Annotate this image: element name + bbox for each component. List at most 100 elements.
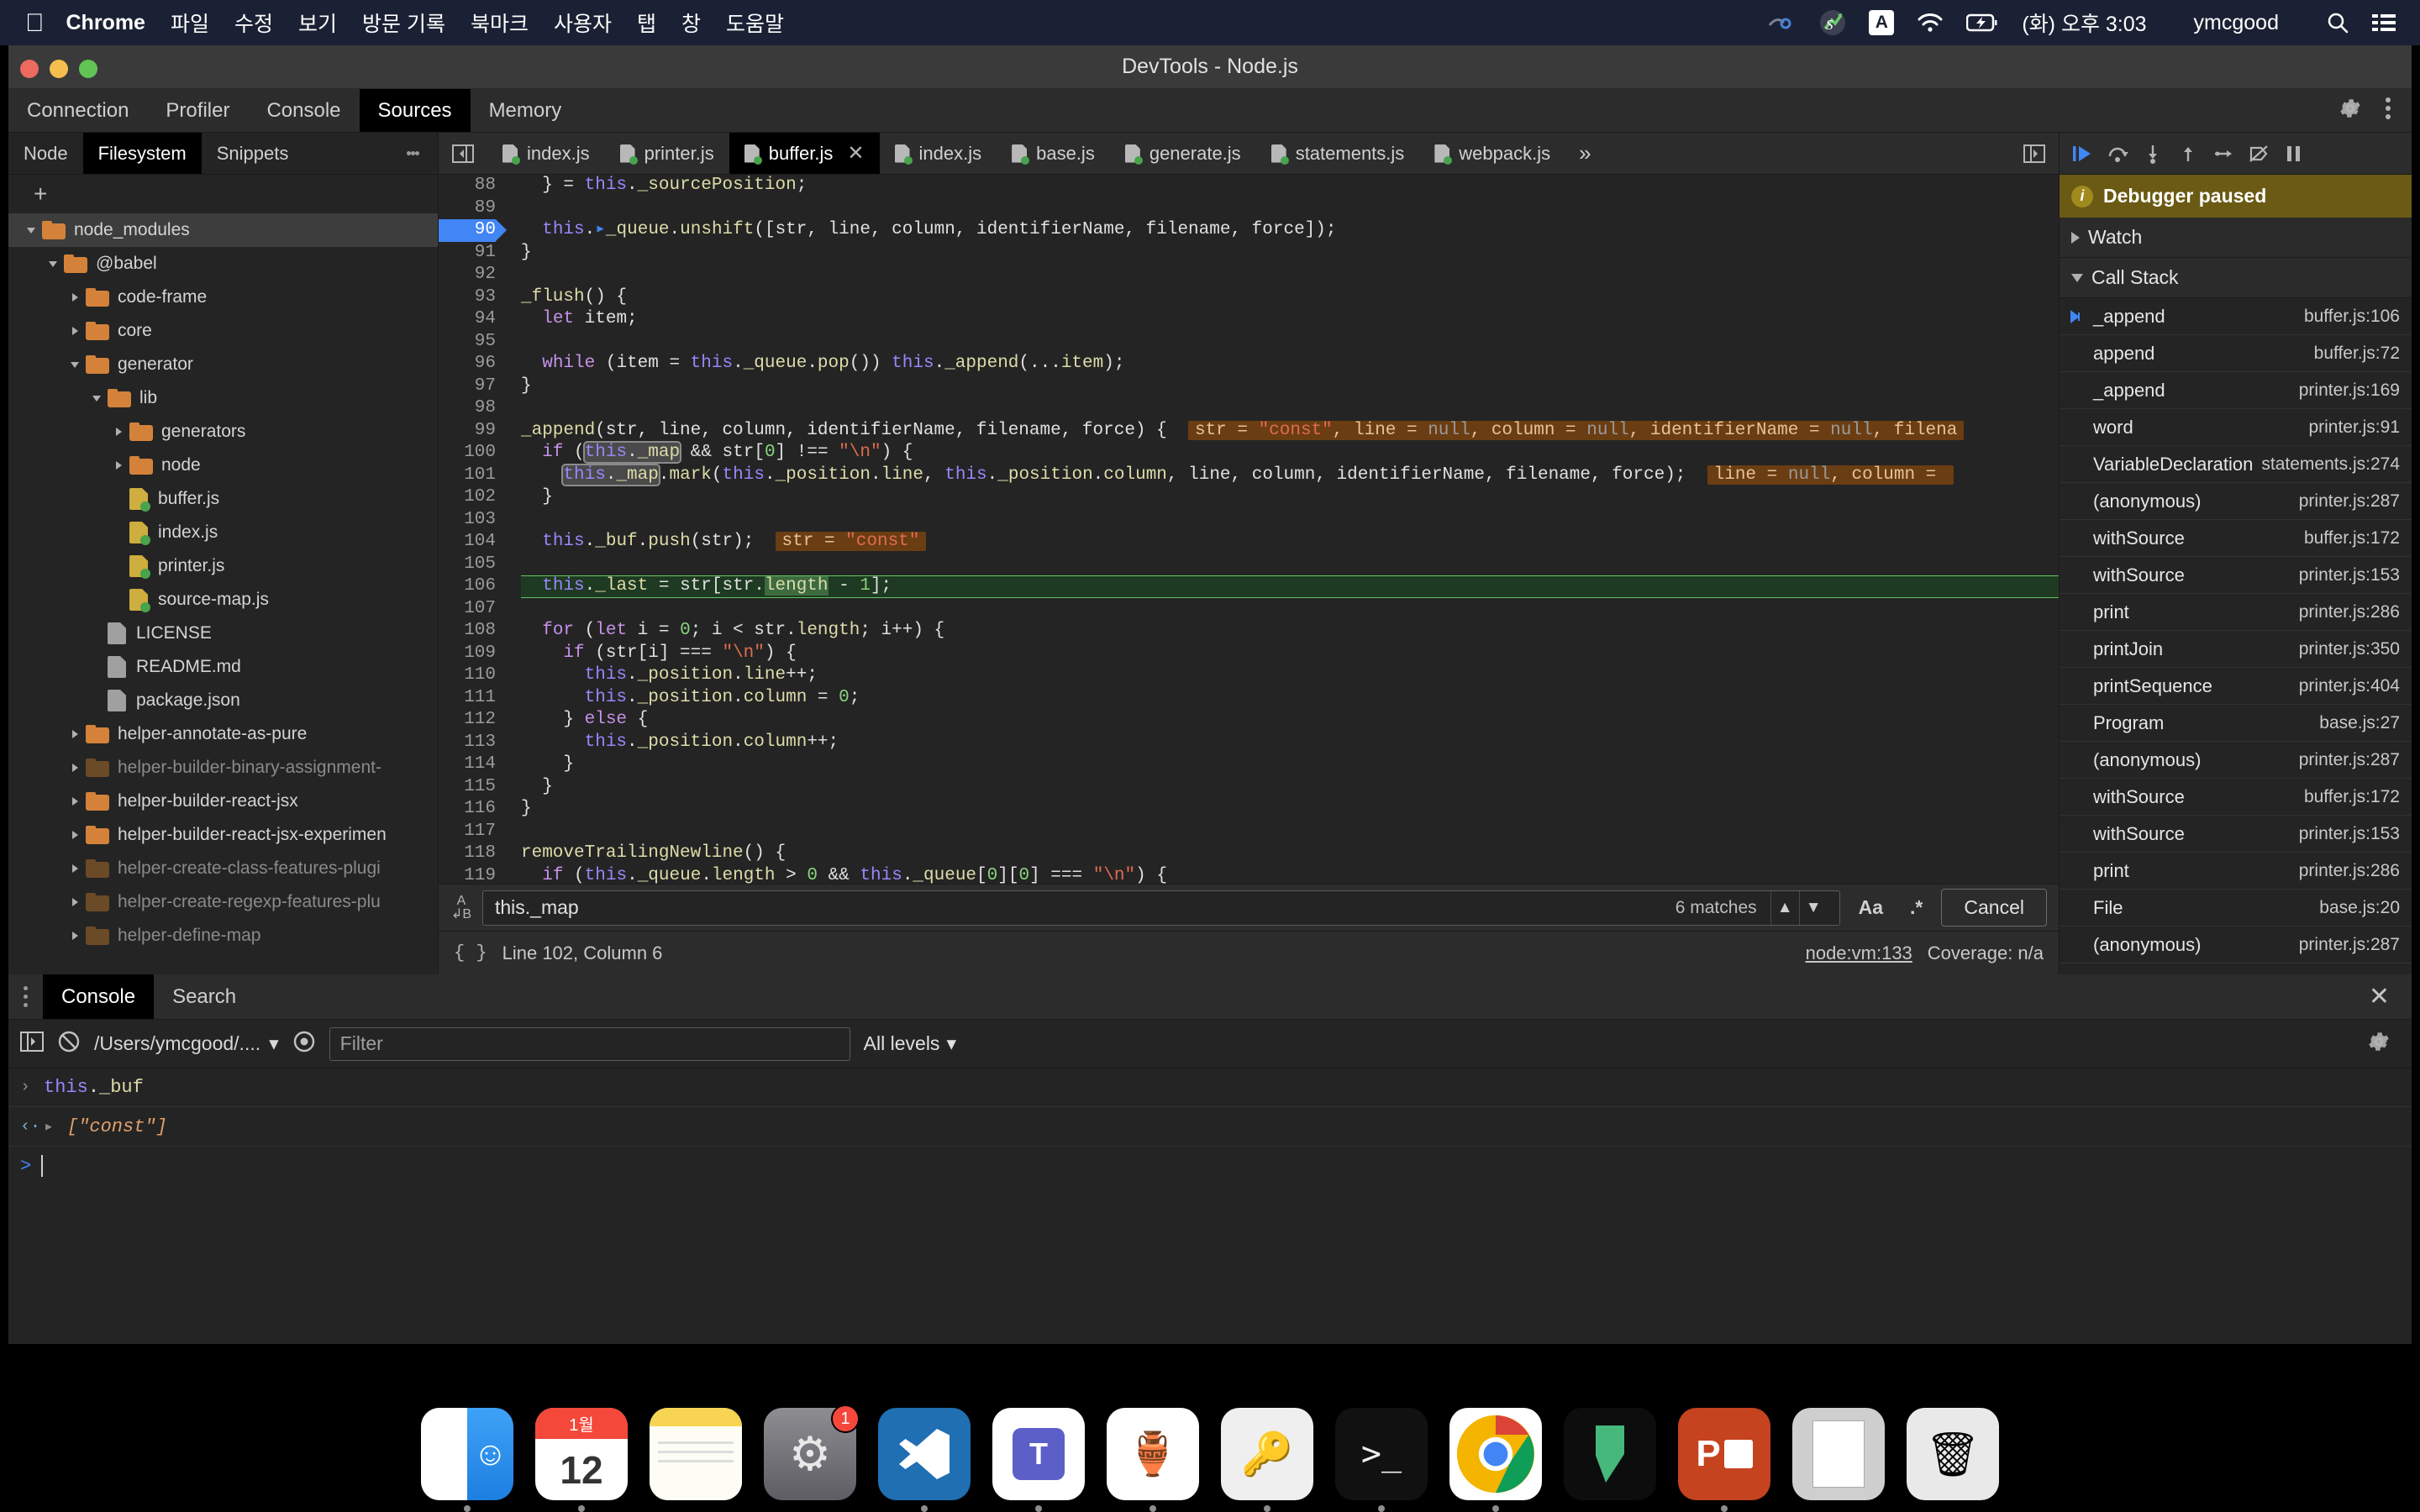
console-prompt[interactable]: > <box>8 1147 2412 1185</box>
call-stack-row[interactable]: _append buffer.js:106 <box>2060 298 2412 335</box>
control-center-icon[interactable] <box>1768 14 1797 31</box>
tree-item[interactable]: README.md <box>8 650 438 684</box>
search-icon[interactable] <box>2326 11 2349 34</box>
call-stack-row[interactable]: (anonymous) printer.js:287 <box>2060 742 2412 779</box>
tree-item[interactable]: helper-annotate-as-pure <box>8 717 438 751</box>
line-number[interactable]: 102 <box>439 486 496 509</box>
console-input-message[interactable]: › this._buf <box>8 1068 2412 1107</box>
menu-item-file[interactable]: 파일 <box>171 8 209 38</box>
console-level-selector[interactable]: All levels ▾ <box>864 1032 956 1055</box>
tree-item[interactable]: helper-create-class-features-plugi <box>8 852 438 885</box>
terminal-icon[interactable]: >_ <box>1335 1408 1428 1500</box>
code-line[interactable] <box>521 397 2059 420</box>
maximize-window-button[interactable] <box>79 60 97 78</box>
line-number[interactable]: 103 <box>439 509 496 532</box>
code-line[interactable]: this.▸_queue.unshift([str, line, column,… <box>521 219 2059 242</box>
call-stack-row[interactable]: word printer.js:91 <box>2060 409 2412 446</box>
chevron-right-icon[interactable] <box>64 291 86 303</box>
line-number[interactable]: 104 <box>439 531 496 554</box>
chevron-right-icon[interactable] <box>64 863 86 874</box>
line-number[interactable]: 89 <box>439 197 496 220</box>
menu-item-tab[interactable]: 탭 <box>637 8 656 38</box>
menu-item-history[interactable]: 방문 기록 <box>362 8 445 38</box>
nav-tab-snippets[interactable]: Snippets <box>202 133 304 174</box>
code-line[interactable]: } <box>521 776 2059 799</box>
console-settings-icon[interactable] <box>2366 1029 2400 1058</box>
line-number[interactable]: 90 <box>439 219 507 242</box>
editor-tab[interactable]: printer.js <box>605 133 729 174</box>
apple-icon[interactable]:  <box>25 10 45 35</box>
code-line[interactable] <box>521 509 2059 532</box>
line-number[interactable]: 99 <box>439 420 496 443</box>
code-line[interactable]: this._map.mark(this._position.line, this… <box>521 463 2059 487</box>
chevron-down-icon[interactable] <box>86 392 108 404</box>
line-number[interactable]: 119 <box>439 865 496 885</box>
stock-app-icon[interactable]: S <box>1818 8 1847 37</box>
editor-tab[interactable]: generate.js <box>1110 133 1256 174</box>
line-number[interactable]: 114 <box>439 753 496 776</box>
search-cancel-button[interactable]: Cancel <box>1941 889 2047 927</box>
chevron-right-icon[interactable] <box>108 426 129 438</box>
code-line[interactable]: if (this._queue.length > 0 && this._queu… <box>521 865 2059 885</box>
more-tabs-icon[interactable]: » <box>1565 133 1604 174</box>
code-line[interactable]: this._position.line++; <box>521 664 2059 687</box>
teams-icon[interactable]: T <box>992 1408 1085 1500</box>
chrome-icon[interactable] <box>1449 1408 1542 1500</box>
callstack-section-header[interactable]: Call Stack <box>2060 258 2412 298</box>
line-number[interactable]: 115 <box>439 776 496 799</box>
tree-item[interactable]: buffer.js <box>8 482 438 516</box>
line-number[interactable]: 118 <box>439 843 496 865</box>
code-line[interactable] <box>521 264 2059 286</box>
menu-item-help[interactable]: 도움말 <box>726 8 784 38</box>
tree-item[interactable]: node <box>8 449 438 482</box>
navigator-more-icon[interactable] <box>388 133 438 174</box>
search-prev-button[interactable]: ▲ <box>1770 890 1799 925</box>
line-number[interactable]: 100 <box>439 442 496 465</box>
menu-item-view[interactable]: 보기 <box>298 8 337 38</box>
drawer-tab-console[interactable]: Console <box>43 974 155 1019</box>
code-line[interactable]: } else { <box>521 709 2059 732</box>
input-source-icon[interactable]: A <box>1869 10 1895 35</box>
trash-icon[interactable]: 🗑 <box>1907 1408 1999 1500</box>
notes-icon[interactable] <box>650 1408 742 1500</box>
menu-bar-clock[interactable]: (화) 오후 3:03 <box>2022 8 2146 38</box>
tree-item[interactable]: helper-builder-react-jsx-experimen <box>8 818 438 852</box>
menu-item-window[interactable]: 창 <box>681 8 701 38</box>
line-number[interactable]: 111 <box>439 687 496 710</box>
line-number[interactable]: 107 <box>439 598 496 621</box>
tree-item[interactable]: index.js <box>8 516 438 549</box>
tab-connection[interactable]: Connection <box>8 89 147 132</box>
tree-item[interactable]: helper-define-map <box>8 919 438 953</box>
code-line[interactable]: removeTrailingNewline() { <box>521 843 2059 865</box>
line-number-gutter[interactable]: 88 89 90 91 92 93 94 95 96 97 98 99 100 101 102 103 104 1… <box>439 175 508 884</box>
chevron-right-icon[interactable] <box>64 829 86 841</box>
line-number[interactable]: 94 <box>439 308 496 331</box>
keychain-icon[interactable]: 🔑 <box>1221 1408 1313 1500</box>
code-line[interactable]: this._buf.push(str); str = "const" <box>521 531 2059 554</box>
drawer-more-icon[interactable] <box>8 974 43 1019</box>
deactivate-breakpoints-icon[interactable] <box>2243 138 2275 170</box>
menu-item-edit[interactable]: 수정 <box>234 8 273 38</box>
close-window-button[interactable] <box>20 60 39 78</box>
code-line[interactable]: } <box>521 375 2059 398</box>
line-number[interactable]: 106 <box>439 575 496 598</box>
menu-item-bookmarks[interactable]: 북마크 <box>471 8 529 38</box>
line-number[interactable]: 110 <box>439 664 496 687</box>
chevron-right-icon[interactable] <box>64 896 86 908</box>
line-number[interactable]: 105 <box>439 554 496 576</box>
line-number[interactable]: 91 <box>439 242 496 265</box>
code-line[interactable]: } <box>521 486 2059 509</box>
call-stack-row[interactable]: withSource printer.js:153 <box>2060 816 2412 853</box>
control-center-list-icon[interactable] <box>2371 13 2396 33</box>
tree-item[interactable]: code-frame <box>8 281 438 314</box>
code-line[interactable]: } <box>521 798 2059 821</box>
code-line[interactable]: _append(str, line, column, identifierNam… <box>521 420 2059 443</box>
chevron-down-icon[interactable] <box>20 224 42 236</box>
code-content[interactable]: } = this._sourcePosition; this.▸_queue.u… <box>508 175 2059 884</box>
line-number[interactable]: 101 <box>439 465 496 487</box>
tab-console[interactable]: Console <box>248 89 359 132</box>
step-over-icon[interactable] <box>2102 138 2133 170</box>
line-number[interactable]: 112 <box>439 709 496 732</box>
console-context-selector[interactable]: /Users/ymcgood/.... ▾ <box>94 1032 279 1055</box>
vscode-icon[interactable] <box>878 1408 971 1500</box>
